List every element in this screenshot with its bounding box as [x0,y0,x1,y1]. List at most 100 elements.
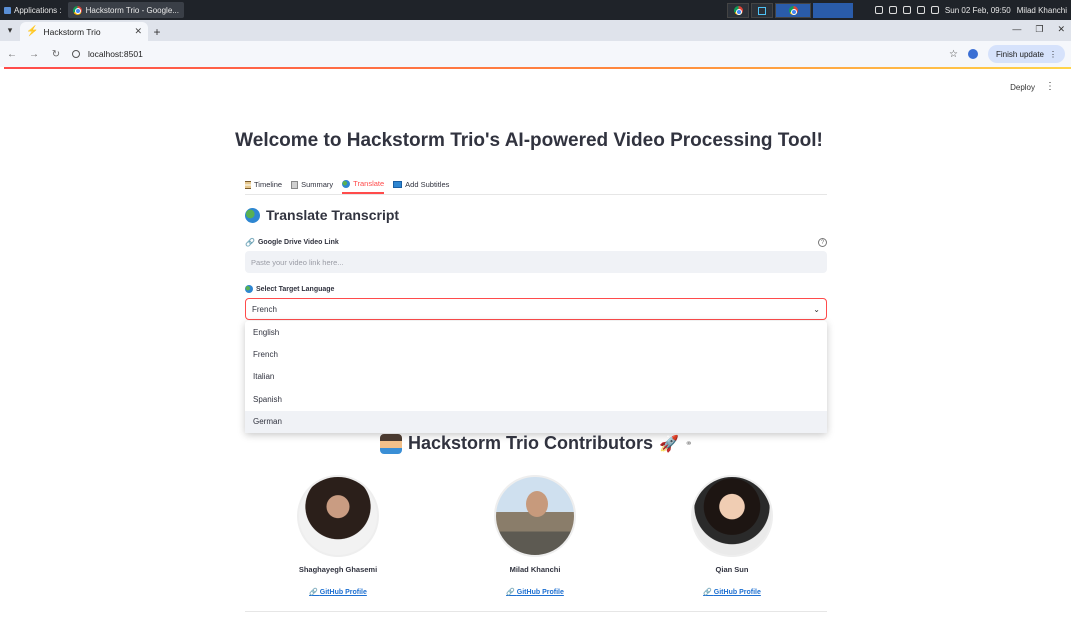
tab-translate[interactable]: Translate [342,175,385,194]
contributor-card: Qian Sun 🔗 GitHub Profile [662,475,802,596]
tab-title: Hackstorm Trio [43,26,101,37]
chevron-down-icon: ⌄ [813,304,820,314]
kebab-menu-icon: ⋮ [1049,49,1057,59]
clock[interactable]: Sun 02 Feb, 09:50 [945,6,1011,15]
chrome-icon [72,5,82,15]
plus-icon: + [153,24,161,39]
github-profile-link-text: GitHub Profile [713,589,761,596]
tab-search-button[interactable]: ▾ [0,20,20,41]
tab-bar: Timeline Summary Translate Add Subtitles [245,175,827,195]
profile-icon[interactable] [967,49,978,59]
workspace-switcher [727,3,853,18]
option-spanish[interactable]: Spanish [245,388,827,410]
site-info-icon[interactable] [72,50,80,58]
globe-icon [342,179,351,188]
taskbar-item-chrome[interactable]: Hackstorm Trio - Google... [67,2,184,18]
github-profile-link[interactable]: 🔗 GitHub Profile [465,588,605,596]
browser-tabstrip: ▾ ⚡ Hackstorm Trio ✕ + — ❐ ✕ [0,20,1071,41]
notification-icon[interactable] [930,6,939,14]
section-title: Translate Transcript [266,207,400,223]
option-italian[interactable]: Italian [245,366,827,388]
chevron-down-icon: ▾ [7,25,13,35]
finish-update-button[interactable]: Finish update ⋮ [987,45,1065,63]
avatar [494,475,576,557]
url-field[interactable]: localhost:8501 [72,44,939,64]
lightning-icon: ⚡ [26,26,39,37]
applications-label: Applications : [14,5,62,15]
tab-label: Summary [301,180,334,189]
language-select[interactable]: French ⌄ [245,298,827,320]
terminal-icon [758,6,766,15]
language-label: Select Target Language [245,285,334,293]
reload-icon[interactable]: ↻ [50,49,62,60]
tab-label: Add Subtitles [405,180,450,189]
video-link-label-text: Google Drive Video Link [257,239,339,246]
hourglass-icon [245,180,251,189]
contributor-card: Shaghayegh Ghasemi 🔗 GitHub Profile [268,475,408,596]
taskbar-item-label: Hackstorm Trio - Google... [85,5,179,15]
finish-update-label: Finish update [995,49,1044,59]
avatar [297,475,379,557]
link-icon: 🔗 [245,238,255,247]
forward-icon[interactable]: → [28,49,40,60]
bookmark-star-icon[interactable]: ☆ [949,49,958,60]
tab-label: Translate [353,179,385,188]
minimize-icon[interactable]: — [1012,24,1021,35]
contributor-card: Milad Khanchi 🔗 GitHub Profile [465,475,605,596]
close-icon[interactable]: ✕ [134,26,142,37]
network-icon[interactable] [874,6,883,14]
globe-icon [245,285,253,293]
workspace-active[interactable] [775,3,811,18]
back-icon[interactable]: ← [6,49,18,60]
chrome-icon [733,6,743,15]
new-tab-button[interactable]: + [148,22,166,41]
language-select-value: French [252,304,277,314]
main-menu-icon[interactable]: ⋮ [1045,81,1055,92]
address-bar: ← → ↻ localhost:8501 ☆ Finish update ⋮ [0,41,1071,67]
workspace-chrome[interactable] [727,3,749,18]
url-text: localhost:8501 [88,49,143,59]
globe-icon [245,207,260,223]
option-french[interactable]: French [245,343,827,365]
os-top-panel: Applications : Hackstorm Trio - Google..… [0,0,1071,20]
option-german[interactable]: German [245,410,827,433]
github-profile-link[interactable]: 🔗 GitHub Profile [662,588,802,596]
technologist-icon [380,433,402,454]
avatar [691,475,773,557]
tab-summary[interactable]: Summary [291,175,333,194]
github-profile-link[interactable]: 🔗 GitHub Profile [268,588,408,596]
page-title: Welcome to Hackstorm Trio's AI-powered V… [235,130,823,151]
github-profile-link-text: GitHub Profile [516,589,564,596]
browser-tab-active[interactable]: ⚡ Hackstorm Trio ✕ [20,22,148,41]
section-heading: Translate Transcript [245,207,399,223]
anchor-link-icon[interactable]: ⚭ [685,438,693,449]
contributors-heading: Hackstorm Trio Contributors 🚀 ⚭ [380,433,693,454]
help-icon[interactable]: ? [818,238,827,247]
restore-icon[interactable]: ❐ [1035,24,1043,35]
divider [245,611,827,612]
streamlit-app: Deploy ⋮ Welcome to Hackstorm Trio's AI-… [4,69,1071,617]
contributor-name: Milad Khanchi [509,565,561,574]
record-icon[interactable] [916,6,925,14]
contributor-name: Shaghayegh Ghasemi [298,565,378,574]
workspace-terminal[interactable] [751,3,773,18]
rocket-icon: 🚀 [659,435,679,453]
sync-icon[interactable] [888,6,897,14]
tab-timeline[interactable]: Timeline [245,175,282,194]
language-dropdown: English French Italian Spanish German [245,321,827,433]
workspace-indicator [813,3,853,18]
contributors-title: Hackstorm Trio Contributors [408,433,654,453]
video-link-label: 🔗 Google Drive Video Link [245,238,339,247]
volume-icon[interactable] [902,6,911,14]
close-window-icon[interactable]: ✕ [1057,24,1065,35]
tv-icon [393,181,403,188]
github-profile-link-text: GitHub Profile [319,589,367,596]
applications-menu[interactable]: Applications : [0,0,66,20]
notepad-icon [291,180,299,189]
option-english[interactable]: English [245,321,827,343]
tab-add-subtitles[interactable]: Add Subtitles [393,175,449,194]
language-label-text: Select Target Language [256,285,335,293]
deploy-button[interactable]: Deploy [1010,83,1035,92]
video-link-input[interactable]: Paste your video link here... [245,251,827,273]
user-name[interactable]: Milad Khanchi [1017,6,1067,15]
